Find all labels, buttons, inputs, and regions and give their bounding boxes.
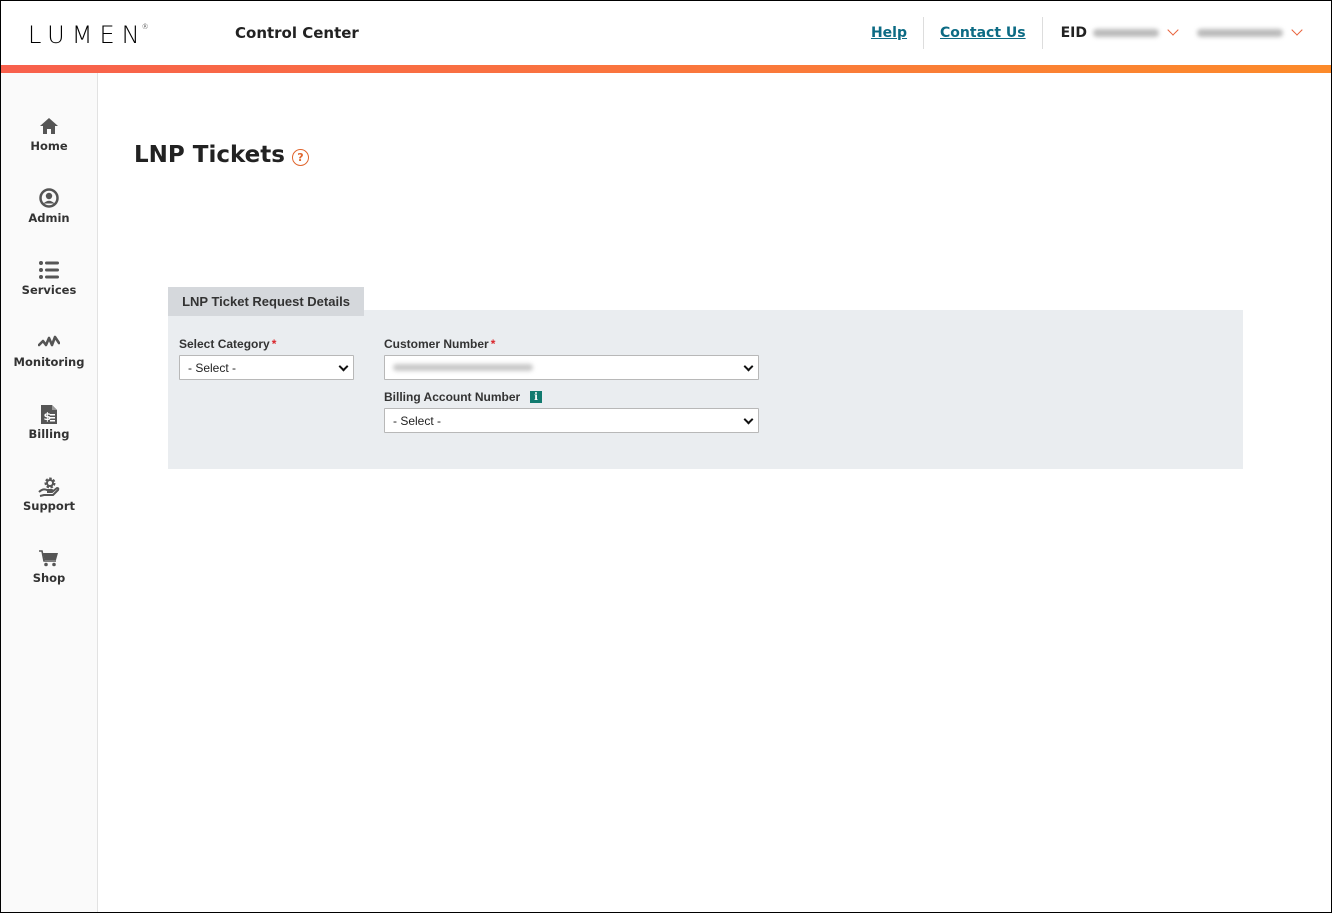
billing-account-select-value: - Select - [393,413,442,428]
sidebar-nav: Home Admin Services Monitoring $ Billing [1,73,98,912]
customer-number-label-text: Customer Number [384,337,489,351]
category-label: Select Category * [179,337,276,351]
customer-number-value-redacted [393,364,533,371]
request-details-panel: Select Category * - Select - Customer Num… [168,310,1243,469]
sidebar-item-admin[interactable]: Admin [1,187,97,247]
help-question-icon[interactable]: ? [292,149,309,166]
chevron-down-icon [743,361,754,372]
list-icon [38,259,60,281]
panel-tab-request-details[interactable]: LNP Ticket Request Details [168,287,364,316]
sidebar-item-shop[interactable]: Shop [1,547,97,607]
sidebar-item-billing[interactable]: $ Billing [1,403,97,463]
user-name-redacted[interactable] [1197,29,1283,37]
category-select[interactable]: - Select - [179,355,354,380]
sidebar-item-monitoring[interactable]: Monitoring [1,331,97,391]
category-label-text: Select Category [179,337,270,351]
pulse-icon [38,331,60,353]
lumen-logo[interactable]: LUMEN ® [28,21,149,49]
home-icon [38,115,60,137]
chevron-down-icon [338,361,349,372]
header-divider [1041,17,1043,49]
user-circle-icon [38,187,60,209]
user-chevron-down-icon[interactable] [1291,24,1303,36]
billing-account-label-text: Billing Account Number [384,390,521,404]
sidebar-item-label: Services [21,283,77,297]
cart-icon [38,547,60,569]
category-select-value: - Select - [188,360,237,375]
sidebar-item-home[interactable]: Home [1,115,97,175]
top-header: LUMEN ® Control Center Help Contact Us E… [1,1,1331,65]
contact-us-link[interactable]: Contact Us [924,25,1042,41]
billing-account-label: Billing Account Number [384,390,520,404]
invoice-icon: $ [38,403,60,425]
app-window: LUMEN ® Control Center Help Contact Us E… [0,0,1332,913]
eid-chevron-down-icon[interactable] [1167,24,1179,36]
required-mark: * [490,337,496,351]
help-link[interactable]: Help [855,25,923,41]
customer-number-select[interactable] [384,355,759,380]
sidebar-item-support[interactable]: Support [1,475,97,535]
info-icon[interactable]: i [530,391,542,403]
logo-text: LUMEN [28,21,147,49]
sidebar-item-label: Monitoring [13,355,85,369]
support-gear-hand-icon [38,475,60,497]
sidebar-item-label: Support [22,499,75,513]
sidebar-item-label: Shop [32,571,66,585]
header-actions: Help Contact Us EID [855,17,1303,49]
chevron-down-icon [743,414,754,425]
eid-label: EID [1060,25,1087,41]
sidebar-item-label: Billing [28,427,70,441]
billing-account-select[interactable]: - Select - [384,408,759,433]
app-title: Control Center [235,24,359,42]
eid-value-redacted[interactable] [1093,29,1159,37]
registered-mark: ® [141,23,149,31]
header-accent-bar [1,65,1331,73]
required-mark: * [271,337,277,351]
page-title: LNP Tickets [134,142,285,168]
sidebar-item-label: Home [30,139,68,153]
sidebar-item-services[interactable]: Services [1,259,97,319]
sidebar-item-label: Admin [28,211,70,225]
customer-number-label: Customer Number * [384,337,495,351]
